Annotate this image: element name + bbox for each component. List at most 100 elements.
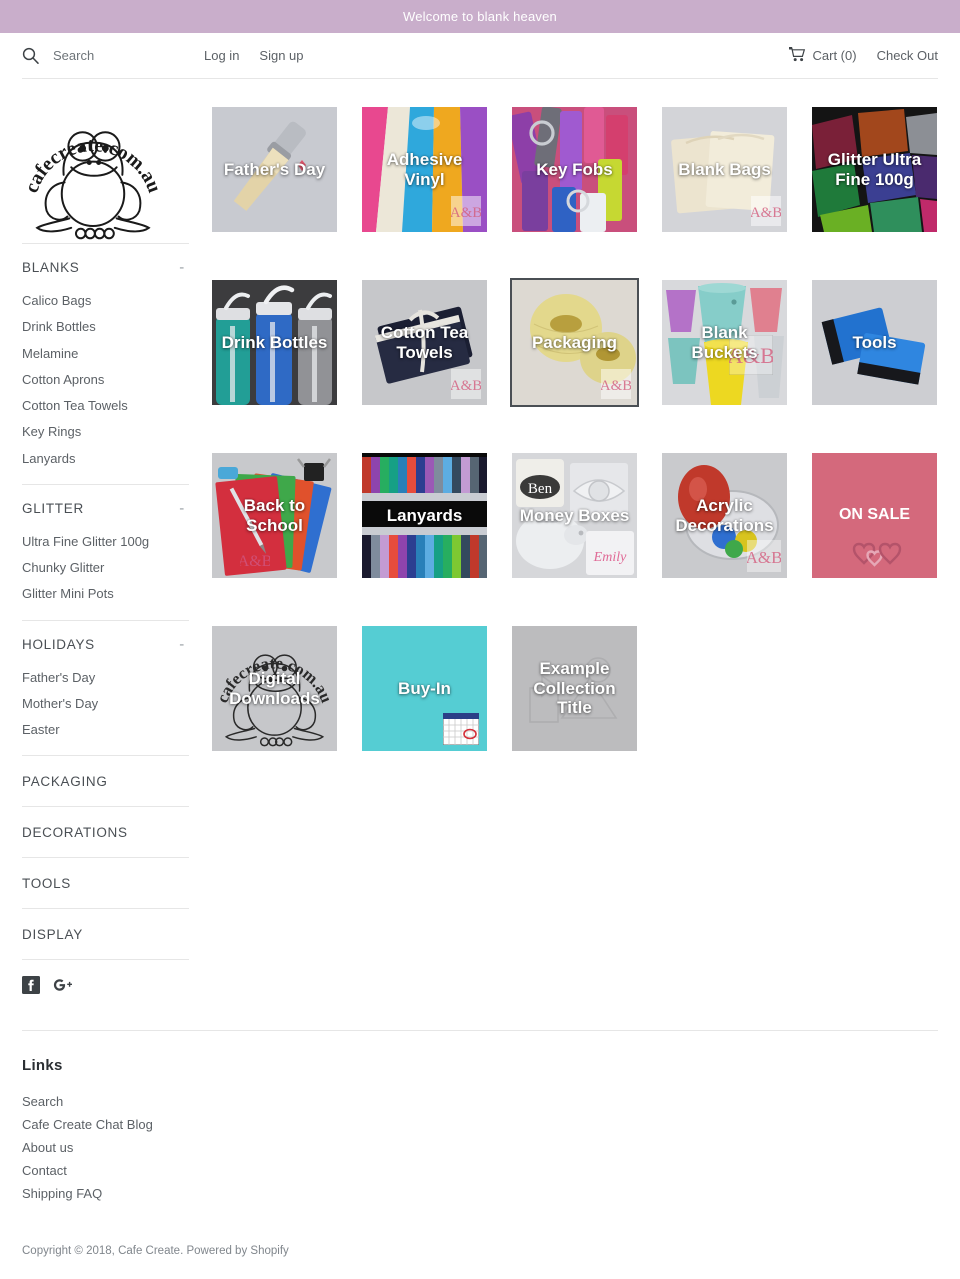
watermark-logo: A&B bbox=[746, 540, 782, 572]
sidebar-link-cotton-aprons[interactable]: Cotton Aprons bbox=[22, 367, 189, 393]
social-links bbox=[22, 959, 189, 995]
collection-tile-lanyards[interactable]: Lanyards bbox=[362, 453, 487, 578]
collection-tile-packaging[interactable]: Packaging A&B bbox=[510, 278, 639, 407]
sidebar-link-lanyards[interactable]: Lanyards bbox=[22, 446, 189, 472]
collection-grid-area: Father's Day Adhesive Vinyl A&B Key Fobs… bbox=[189, 79, 938, 994]
topbar-right: Cart (0) Check Out bbox=[787, 46, 938, 65]
collection-tile-adhesive-vinyl[interactable]: Adhesive Vinyl A&B bbox=[362, 107, 487, 232]
sidebar-link-drink-bottles[interactable]: Drink Bottles bbox=[22, 314, 189, 340]
sidebar-section-display: DISPLAY bbox=[22, 908, 189, 959]
collection-title: Buy-In bbox=[398, 678, 451, 698]
collection-tile-key-fobs[interactable]: Key Fobs bbox=[512, 107, 637, 232]
collection-tile-glitter-ultra-fine[interactable]: Glitter Ultra Fine 100g bbox=[812, 107, 937, 232]
sidebar-section-header-holidays[interactable]: HOLIDAYS - bbox=[22, 621, 189, 665]
sidebar-section-title: DECORATIONS bbox=[22, 825, 128, 841]
footer-link-about-us[interactable]: About us bbox=[22, 1136, 938, 1159]
sidebar-section-packaging: PACKAGING bbox=[22, 755, 189, 806]
sidebar-link-fathers-day[interactable]: Father's Day bbox=[22, 665, 189, 691]
watermark-logo: A&B bbox=[750, 196, 782, 226]
collection-title: Back to School bbox=[243, 495, 306, 535]
collapse-toggle-icon[interactable]: - bbox=[179, 637, 187, 652]
collection-title: Blank Bags bbox=[678, 159, 771, 179]
shop-name-link[interactable]: Cafe Create bbox=[118, 1245, 180, 1257]
collection-tile-acrylic-decorations[interactable]: Acrylic Decorations A&B bbox=[662, 453, 787, 578]
checkout-link[interactable]: Check Out bbox=[877, 48, 938, 63]
collection-tile-buy-in[interactable]: Buy-In bbox=[362, 626, 487, 751]
sidebar-link-cotton-tea-towels[interactable]: Cotton Tea Towels bbox=[22, 393, 189, 419]
footer-link-chat-blog[interactable]: Cafe Create Chat Blog bbox=[22, 1113, 938, 1136]
collection-grid: Father's Day Adhesive Vinyl A&B Key Fobs… bbox=[212, 107, 938, 751]
collection-tile-cotton-tea-towels[interactable]: Cotton Tea Towels A&B bbox=[362, 280, 487, 405]
sidebar-link-chunky-glitter[interactable]: Chunky Glitter bbox=[22, 555, 189, 581]
sidebar-item-decorations[interactable]: DECORATIONS bbox=[22, 807, 189, 857]
auth-links: Log in Sign up bbox=[204, 48, 304, 63]
cart-link[interactable]: Cart (0) bbox=[787, 46, 857, 65]
sidebar-section-title: HOLIDAYS bbox=[22, 636, 95, 652]
calendar-icon bbox=[442, 712, 480, 746]
collection-tile-on-sale[interactable]: ON SALE bbox=[812, 453, 937, 578]
sidebar-section-holidays: HOLIDAYS - Father's Day Mother's Day Eas… bbox=[22, 619, 189, 756]
svg-text:cafecreate.com.au: cafecreate.com.au bbox=[22, 134, 164, 196]
collection-tile-fathers-day[interactable]: Father's Day bbox=[212, 107, 337, 232]
frog-logo-icon: cafecreate.com.au bbox=[22, 131, 164, 240]
collection-tile-digital-downloads[interactable]: cafecreate.com.au Digital Downloads bbox=[212, 626, 337, 751]
sidebar-section-title: BLANKS bbox=[22, 260, 80, 275]
collection-title: Blank Buckets bbox=[691, 322, 758, 362]
login-link[interactable]: Log in bbox=[204, 48, 239, 63]
sidebar-link-key-rings[interactable]: Key Rings bbox=[22, 419, 189, 445]
sidebar-section-title: GLITTER bbox=[22, 500, 84, 516]
footer-link-search[interactable]: Search bbox=[22, 1090, 938, 1113]
platform-link[interactable]: Shopify bbox=[250, 1245, 288, 1257]
sidebar-section-glitter: GLITTER - Ultra Fine Glitter 100g Chunky… bbox=[22, 483, 189, 620]
collection-tile-money-boxes[interactable]: Ben Emily Money Boxes bbox=[512, 453, 637, 578]
sidebar-section-header-glitter[interactable]: GLITTER - bbox=[22, 485, 189, 529]
collapse-toggle-icon[interactable]: - bbox=[179, 260, 187, 275]
sidebar: cafecreate.com.au BLANKS - Calico Bags D… bbox=[22, 79, 189, 995]
watermark-logo: A&B bbox=[600, 369, 632, 399]
copyright-prefix: Copyright © 2018, bbox=[22, 1245, 119, 1258]
sidebar-section-title: TOOLS bbox=[22, 876, 72, 892]
search-input[interactable] bbox=[53, 48, 173, 63]
sidebar-link-ultra-fine-glitter[interactable]: Ultra Fine Glitter 100g bbox=[22, 529, 189, 555]
collection-title: Example Collection Title bbox=[533, 658, 616, 718]
watermark-logo: A&B bbox=[450, 369, 482, 399]
search-group bbox=[22, 47, 204, 64]
collapse-toggle-icon[interactable]: - bbox=[179, 501, 187, 516]
sidebar-section-title: DISPLAY bbox=[22, 927, 83, 943]
collection-tile-example-placeholder[interactable]: Example Collection Title bbox=[512, 626, 637, 751]
search-icon[interactable] bbox=[22, 47, 39, 64]
sidebar-item-packaging[interactable]: PACKAGING bbox=[22, 756, 189, 806]
collection-title: ON SALE bbox=[838, 506, 911, 524]
google-plus-icon[interactable] bbox=[52, 976, 74, 994]
sidebar-link-easter[interactable]: Easter bbox=[22, 717, 189, 743]
collection-title: Digital Downloads bbox=[229, 668, 320, 708]
site-logo[interactable]: cafecreate.com.au bbox=[22, 101, 189, 243]
watermark-logo: A&B bbox=[238, 544, 273, 574]
collection-tile-back-to-school[interactable]: Back to School A&B bbox=[212, 453, 337, 578]
collection-title: Drink Bottles bbox=[221, 332, 328, 352]
sidebar-section-header-blanks[interactable]: BLANKS - bbox=[22, 244, 189, 288]
svg-text:A&B: A&B bbox=[451, 205, 481, 221]
sidebar-section-decorations: DECORATIONS bbox=[22, 806, 189, 857]
collection-tile-tools[interactable]: Tools bbox=[812, 280, 937, 405]
signup-link[interactable]: Sign up bbox=[259, 48, 303, 63]
collection-tile-drink-bottles[interactable]: Drink Bottles bbox=[212, 280, 337, 405]
sidebar-links-blanks: Calico Bags Drink Bottles Melamine Cotto… bbox=[22, 288, 189, 484]
sidebar-link-glitter-mini-pots[interactable]: Glitter Mini Pots bbox=[22, 581, 189, 607]
footer-link-contact[interactable]: Contact bbox=[22, 1159, 938, 1182]
sidebar-link-melamine[interactable]: Melamine bbox=[22, 341, 189, 367]
footer-link-shipping-faq[interactable]: Shipping FAQ bbox=[22, 1182, 938, 1205]
site-footer: Links Search Cafe Create Chat Blog About… bbox=[0, 1031, 960, 1205]
copyright-line: Copyright © 2018, Cafe Create. Powered b… bbox=[0, 1205, 960, 1279]
facebook-icon[interactable] bbox=[22, 976, 40, 995]
svg-text:A&B: A&B bbox=[601, 378, 631, 394]
sidebar-item-display[interactable]: DISPLAY bbox=[22, 909, 189, 959]
sidebar-link-calico-bags[interactable]: Calico Bags bbox=[22, 288, 189, 314]
svg-text:A&B: A&B bbox=[747, 548, 781, 567]
sidebar-link-mothers-day[interactable]: Mother's Day bbox=[22, 691, 189, 717]
collection-title: Key Fobs bbox=[536, 159, 613, 179]
collection-tile-blank-buckets[interactable]: Blank Buckets A&B bbox=[662, 280, 787, 405]
collection-tile-blank-bags[interactable]: Blank Bags A&B bbox=[662, 107, 787, 232]
sidebar-item-tools[interactable]: TOOLS bbox=[22, 858, 189, 908]
svg-text:Emily: Emily bbox=[593, 550, 627, 565]
